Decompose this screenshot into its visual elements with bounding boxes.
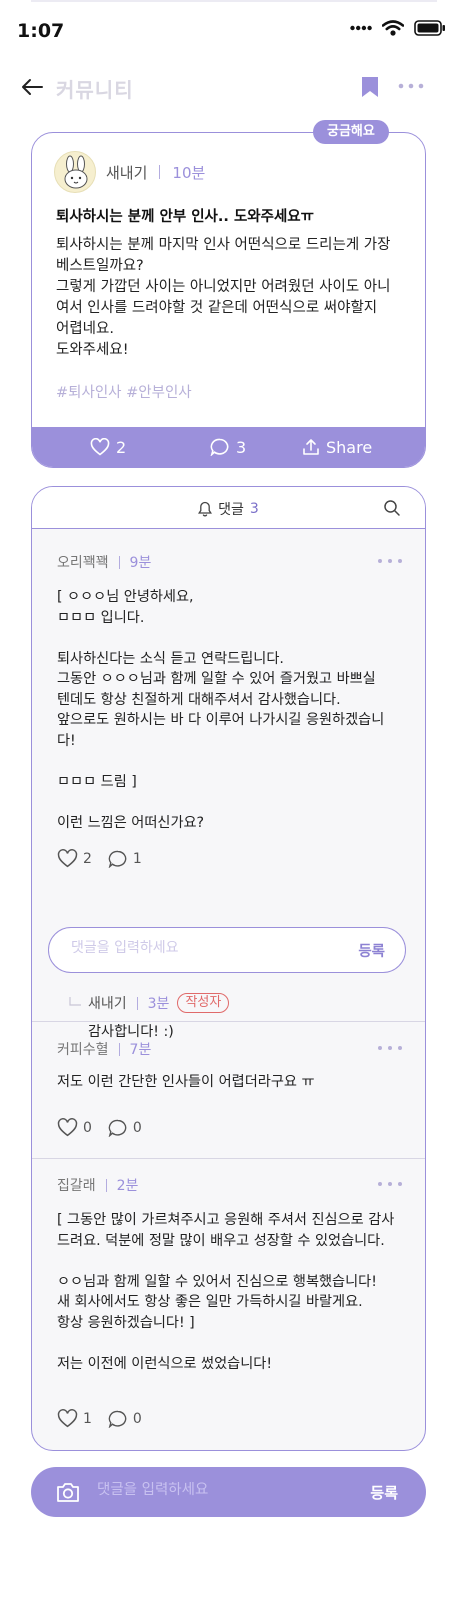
post-title: 퇴사하시는 분께 안부 인사.. 도와주세요ㅠ <box>56 209 314 225</box>
heart-icon <box>57 1118 78 1137</box>
post-card: 새내기 10분 퇴사하시는 분께 안부 인사.. 도와주세요ㅠ 퇴사하시는 분께… <box>31 132 426 468</box>
reply-item: 새내기 3분 작성자 감사합니다! :) <box>68 993 230 1040</box>
status-icons <box>350 20 446 36</box>
cellular-dots-icon <box>350 25 372 31</box>
comments-count: 3 <box>249 501 259 517</box>
comment-author[interactable]: 집갈래 <box>57 1175 96 1195</box>
comment-time: 2분 <box>116 1178 139 1194</box>
page-title: 커뮤니티 <box>56 78 134 102</box>
reply-submit-button[interactable]: 등록 <box>358 940 385 961</box>
comments-title: 댓글 3 <box>32 499 425 519</box>
comment-reactions: 2 1 <box>57 849 158 868</box>
share-label: Share <box>326 437 373 457</box>
comment-count: 3 <box>236 437 247 457</box>
category-badge: 궁금해요 <box>313 120 389 144</box>
like-count: 1 <box>83 1410 92 1427</box>
arrow-left-icon[interactable] <box>18 72 48 102</box>
comment-meta: 오리꽥꽥 9분 <box>57 552 151 572</box>
comment-meta: 커피수혈 7분 <box>57 1039 151 1059</box>
reply-button[interactable]: 0 <box>108 1410 142 1428</box>
like-button[interactable]: 2 <box>90 427 126 467</box>
search-icon[interactable] <box>383 499 401 517</box>
like-count: 2 <box>116 437 127 457</box>
meta-separator <box>118 555 120 569</box>
reply-count: 0 <box>132 1119 142 1136</box>
meta-separator <box>136 996 138 1010</box>
heart-icon <box>57 1409 78 1428</box>
comment-divider <box>32 1158 425 1159</box>
comment-bubble-icon <box>108 1410 127 1428</box>
comment-author[interactable]: 오리꽥꽥 <box>57 552 109 572</box>
post-author[interactable]: 새내기 <box>106 162 147 183</box>
like-count: 2 <box>83 850 92 867</box>
comment-submit-button[interactable]: 등록 <box>370 1482 398 1503</box>
comments-card: 댓글 3 오리꽥꽥 9분 [ ㅇㅇㅇ님 안녕하세요, ㅁㅁㅁ 입니다. 퇴사하신… <box>31 486 426 1451</box>
comment-time: 7분 <box>129 1042 152 1058</box>
comment-reactions: 1 0 <box>57 1409 158 1428</box>
comment-input[interactable] <box>97 1482 337 1498</box>
comments-header: 댓글 3 <box>32 487 425 529</box>
comment-bubble-icon <box>210 438 229 456</box>
battery-icon <box>414 20 445 36</box>
like-count: 0 <box>83 1119 92 1136</box>
like-button[interactable]: 0 <box>57 1118 92 1137</box>
more-horizontal-icon[interactable] <box>397 81 425 91</box>
status-bar: 1:07 <box>0 0 464 58</box>
reply-input[interactable] <box>71 940 341 956</box>
reply-button[interactable]: 0 <box>108 1119 142 1137</box>
reply-count: 0 <box>132 1410 142 1427</box>
comment-meta: 집갈래 2분 <box>57 1175 138 1195</box>
avatar[interactable] <box>54 151 96 193</box>
meta-separator <box>105 1178 107 1192</box>
heart-icon <box>90 438 110 456</box>
more-horizontal-icon[interactable] <box>377 558 403 564</box>
reply-text: 감사합니다! :) <box>88 1024 174 1040</box>
rabbit-avatar-icon <box>64 155 88 189</box>
reply-button[interactable]: 1 <box>108 850 142 868</box>
reply-meta: 새내기 3분 작성자 <box>68 993 230 1013</box>
post-header: 새내기 10분 <box>54 151 205 193</box>
comment-input-bar: 등록 <box>31 1467 426 1517</box>
comments-label: 댓글 <box>218 502 244 518</box>
share-icon <box>303 439 319 455</box>
status-time: 1:07 <box>17 20 65 42</box>
comment-bubble-icon <box>108 1119 127 1137</box>
camera-icon[interactable] <box>55 1480 81 1504</box>
comment-text: [ ㅇㅇㅇ님 안녕하세요, ㅁㅁㅁ 입니다. 퇴사하신다는 소식 듣고 연락드립… <box>57 589 385 831</box>
like-button[interactable]: 1 <box>57 1409 92 1428</box>
post-hashtags[interactable]: #퇴사인사 #안부인사 <box>56 381 192 402</box>
more-horizontal-icon[interactable] <box>377 1181 403 1187</box>
post-action-bar: 2 3 Share <box>32 427 425 467</box>
bookmark-icon[interactable] <box>360 75 380 99</box>
comment-text: [ 그동안 많이 가르쳐주시고 응원해 주셔서 진심으로 감사 드려요. 덕분에… <box>57 1212 395 1372</box>
app-bar: 커뮤니티 <box>0 66 464 106</box>
reply-arrow-icon <box>69 997 81 1006</box>
reply-time: 3분 <box>147 996 170 1012</box>
author-badge: 작성자 <box>177 993 230 1013</box>
wifi-icon <box>382 20 404 36</box>
share-button[interactable]: Share <box>302 427 372 467</box>
comment-reactions: 0 0 <box>57 1118 158 1137</box>
meta-separator <box>159 165 161 179</box>
more-horizontal-icon[interactable] <box>377 1045 403 1051</box>
comment-bubble-icon <box>108 850 127 868</box>
comment-time: 9분 <box>129 555 152 571</box>
reply-author[interactable]: 새내기 <box>88 993 127 1013</box>
comment-author[interactable]: 커피수혈 <box>57 1039 109 1059</box>
comment-button[interactable]: 3 <box>210 427 246 467</box>
post-time: 10분 <box>172 163 206 182</box>
comment-text: 저도 이런 간단한 인사들이 어렵더라구요 ㅠ <box>57 1074 315 1090</box>
like-button[interactable]: 2 <box>57 849 92 868</box>
heart-icon <box>57 849 78 868</box>
post-body: 퇴사하시는 분께 마지막 인사 어떤식으로 드리는게 가장 베스트일까요? 그렇… <box>56 237 391 358</box>
comment-divider <box>32 1021 425 1022</box>
reply-count: 1 <box>132 850 142 867</box>
reply-input-box: 등록 <box>48 927 406 973</box>
meta-separator <box>118 1042 120 1056</box>
bell-icon <box>198 501 213 517</box>
